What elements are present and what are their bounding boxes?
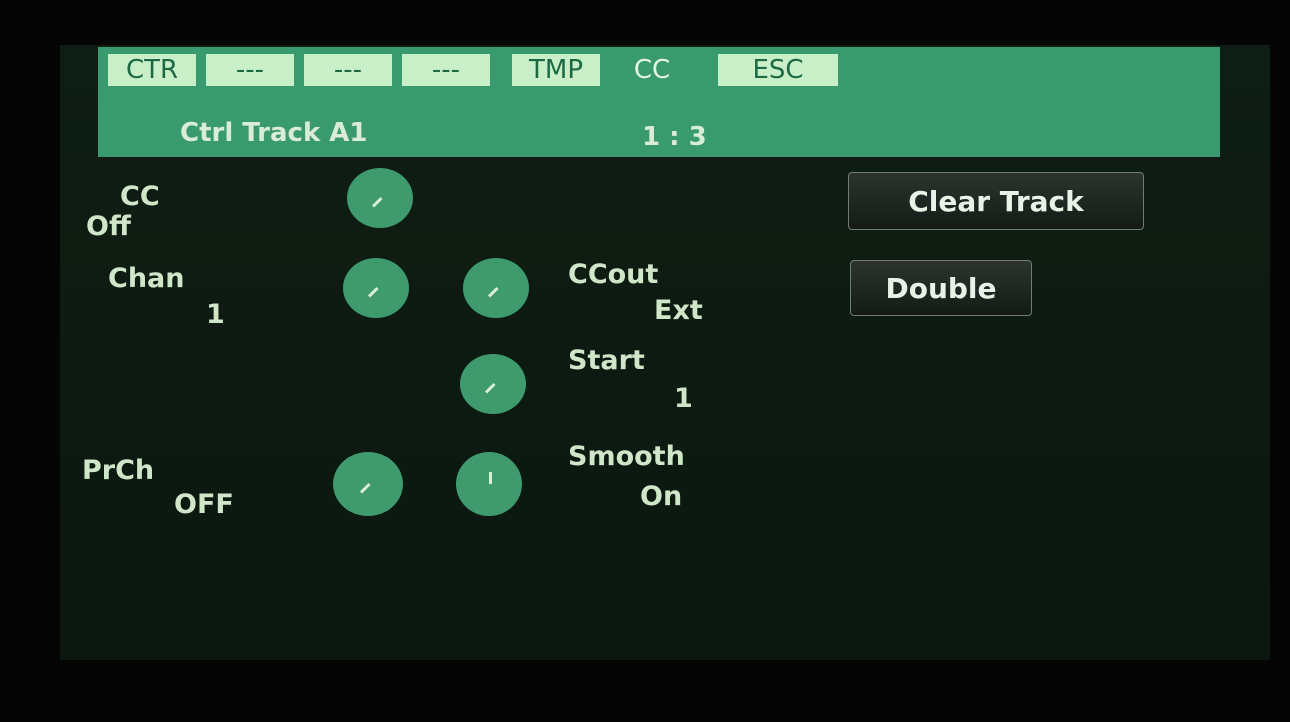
cc-value: Off <box>86 211 131 242</box>
knob-indicator <box>367 286 379 298</box>
knob-indicator <box>359 482 371 494</box>
cc-label: CC <box>120 181 160 212</box>
smooth-label: Smooth <box>568 441 685 472</box>
ccout-value: Ext <box>654 295 703 326</box>
ccout-knob[interactable] <box>463 258 529 318</box>
start-label: Start <box>568 345 645 376</box>
double-button[interactable]: Double <box>850 260 1032 316</box>
chan-value: 1 <box>206 299 225 330</box>
tab-ctr[interactable]: CTR <box>108 54 196 86</box>
knob-indicator <box>487 286 499 298</box>
knob-indicator <box>489 472 492 484</box>
start-knob[interactable] <box>460 354 526 414</box>
ccout-label: CCout <box>568 259 659 290</box>
prch-label: PrCh <box>82 455 155 486</box>
tab-cc[interactable]: CC <box>612 54 692 86</box>
cc-knob[interactable] <box>347 168 413 228</box>
chan-label: Chan <box>108 263 185 294</box>
smooth-value: On <box>640 481 683 512</box>
tab-tmp[interactable]: TMP <box>512 54 600 86</box>
clear-track-button[interactable]: Clear Track <box>848 172 1144 230</box>
knob-indicator <box>371 196 383 208</box>
prch-value: OFF <box>174 489 234 520</box>
tab-empty-3[interactable]: --- <box>402 54 490 86</box>
tab-esc[interactable]: ESC <box>718 54 838 86</box>
track-position: 1 : 3 <box>642 122 707 152</box>
smooth-knob[interactable] <box>456 452 522 516</box>
tab-empty-2[interactable]: --- <box>304 54 392 86</box>
start-value: 1 <box>674 383 693 414</box>
chan-knob[interactable] <box>343 258 409 318</box>
knob-indicator <box>484 382 496 394</box>
tab-empty-1[interactable]: --- <box>206 54 294 86</box>
prch-knob[interactable] <box>333 452 403 516</box>
track-title: Ctrl Track A1 <box>180 118 368 148</box>
